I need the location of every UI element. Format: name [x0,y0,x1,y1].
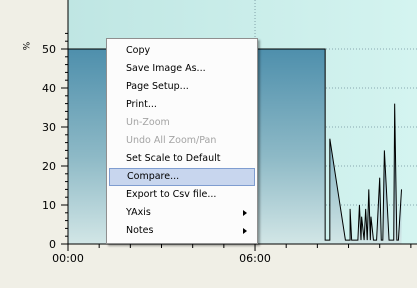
menu-item-label: Copy [126,45,151,56]
menu-item-set-scale-to-default[interactable]: Set Scale to Default [109,150,255,168]
menu-item-label: YAxis [126,207,151,218]
menu-item-label: Page Setup... [126,81,189,92]
menu-item-compare[interactable]: Compare... [109,168,255,186]
menu-item-notes[interactable]: Notes [109,222,255,240]
submenu-arrow-icon [243,210,247,216]
menu-item-un-zoom: Un-Zoom [109,114,255,132]
y-tick-label: 50 [42,43,56,56]
menu-item-label: Print... [126,99,157,110]
menu-item-print[interactable]: Print... [109,96,255,114]
y-unit-label: % [20,42,30,51]
menu-item-label: Export to Csv file... [126,189,217,200]
menu-item-label: Undo All Zoom/Pan [126,135,217,146]
menu-item-label: Save Image As... [126,63,206,74]
menu-item-undo-all-zoom-pan: Undo All Zoom/Pan [109,132,255,150]
menu-item-yaxis[interactable]: YAxis [109,204,255,222]
menu-item-label: Compare... [127,171,180,182]
x-tick-label: 00:00 [52,252,84,265]
y-tick-label: 40 [42,82,56,95]
y-tick-label: 10 [42,199,56,212]
y-tick-label: 20 [42,160,56,173]
menu-item-label: Un-Zoom [126,117,170,128]
submenu-arrow-icon [243,228,247,234]
menu-item-copy[interactable]: Copy [109,42,255,60]
menu-item-page-setup[interactable]: Page Setup... [109,78,255,96]
menu-item-label: Notes [126,225,154,236]
context-menu: Copy Save Image As... Page Setup... Print..… [106,38,258,244]
y-tick-label: 0 [49,238,56,251]
y-tick-label: 30 [42,121,56,134]
menu-item-save-image-as[interactable]: Save Image As... [109,60,255,78]
x-tick-label: 06:00 [239,252,271,265]
menu-item-export-to-csv-file[interactable]: Export to Csv file... [109,186,255,204]
menu-item-label: Set Scale to Default [126,153,221,164]
